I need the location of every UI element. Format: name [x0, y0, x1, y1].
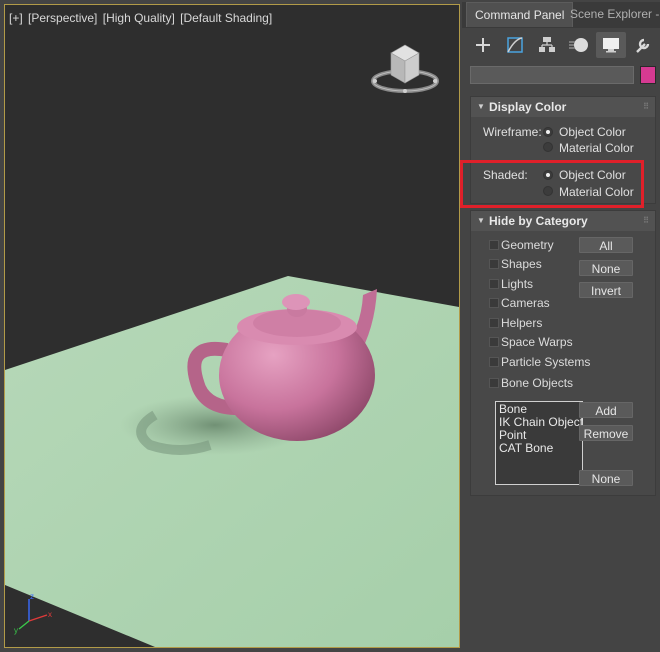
lights-label: Lights [501, 277, 534, 291]
rollout-grip-icon: ⠿ [643, 102, 649, 111]
wireframe-label: Wireframe: [483, 125, 542, 139]
geometry-label: Geometry [501, 238, 554, 252]
rollout-grip-icon: ⠿ [643, 216, 649, 225]
category-list[interactable]: Bone IK Chain Object Point CAT Bone [495, 401, 583, 485]
hide-invert-button[interactable]: Invert [579, 282, 633, 298]
viewcube-icon[interactable] [369, 39, 441, 99]
viewport-scene [5, 276, 459, 647]
display-color-header[interactable]: ▼ Display Color ⠿ [471, 97, 655, 117]
wireframe-material-color-radio[interactable] [543, 142, 553, 152]
ground-plane [5, 276, 459, 647]
object-name-input[interactable] [470, 66, 634, 84]
tab-command-panel[interactable]: Command Panel [466, 2, 574, 27]
hide-by-category-header[interactable]: ▼ Hide by Category ⠿ [471, 211, 655, 231]
axis-z-label: z [30, 592, 34, 601]
bone-objects-label: Bone Objects [501, 376, 574, 390]
command-panel: Command Panel Scene Explorer - De ▼ Disp… [462, 0, 660, 652]
list-none-button[interactable]: None [579, 470, 633, 486]
viewport-menu-quality[interactable]: [High Quality] [103, 11, 175, 25]
hierarchy-icon[interactable] [532, 32, 562, 58]
bone-objects-checkbox[interactable] [489, 378, 499, 388]
hide-by-category-rollout: ▼ Hide by Category ⠿ Geometry Shapes Lig… [470, 210, 656, 496]
remove-button[interactable]: Remove [579, 425, 633, 441]
viewport-perspective[interactable]: [+] [Perspective] [High Quality] [Defaul… [4, 4, 460, 648]
wireframe-object-color-text: Object Color [559, 125, 626, 139]
hide-none-button[interactable]: None [579, 260, 633, 276]
space-warps-checkbox[interactable] [489, 337, 499, 347]
geometry-checkbox[interactable] [489, 240, 499, 250]
space-warps-label: Space Warps [501, 335, 573, 349]
utilities-wrench-icon[interactable] [628, 32, 658, 58]
display-color-title: Display Color [489, 100, 567, 114]
wireframe-object-color-radio[interactable] [543, 127, 553, 137]
teapot-knob [282, 294, 310, 310]
wireframe-material-color-text: Material Color [559, 141, 634, 155]
viewport-label[interactable]: [+] [Perspective] [High Quality] [Defaul… [9, 11, 274, 25]
collapse-triangle-icon: ▼ [477, 102, 485, 111]
collapse-triangle-icon: ▼ [477, 216, 485, 225]
command-panel-toolbar [468, 32, 658, 58]
list-item[interactable]: CAT Bone [499, 442, 579, 455]
hide-all-button[interactable]: All [579, 237, 633, 253]
particle-systems-label: Particle Systems [501, 355, 591, 369]
add-button[interactable]: Add [579, 402, 633, 418]
shapes-label: Shapes [501, 257, 542, 271]
viewport-menu-plus[interactable]: [+] [9, 11, 23, 25]
shaded-highlight-box [460, 160, 644, 208]
hide-by-category-title: Hide by Category [489, 214, 588, 228]
helpers-checkbox[interactable] [489, 318, 499, 328]
object-color-swatch[interactable] [640, 66, 656, 84]
lights-checkbox[interactable] [489, 279, 499, 289]
panel-tabs: Command Panel Scene Explorer - De [462, 2, 660, 28]
create-plus-icon[interactable] [468, 32, 498, 58]
cameras-checkbox[interactable] [489, 298, 499, 308]
modify-icon[interactable] [500, 32, 530, 58]
helpers-label: Helpers [501, 316, 543, 330]
shapes-checkbox[interactable] [489, 259, 499, 269]
viewport-menu-shading[interactable]: [Default Shading] [180, 11, 272, 25]
tab-scene-explorer[interactable]: Scene Explorer - De [562, 2, 660, 26]
display-icon[interactable] [596, 32, 626, 58]
axis-x-label: x [48, 610, 52, 619]
cameras-label: Cameras [501, 296, 550, 310]
axis-tripod-icon: z x y [14, 592, 52, 635]
motion-icon[interactable] [564, 32, 594, 58]
axis-y-label: y [14, 626, 18, 635]
viewport-menu-perspective[interactable]: [Perspective] [28, 11, 97, 25]
particle-systems-checkbox[interactable] [489, 357, 499, 367]
